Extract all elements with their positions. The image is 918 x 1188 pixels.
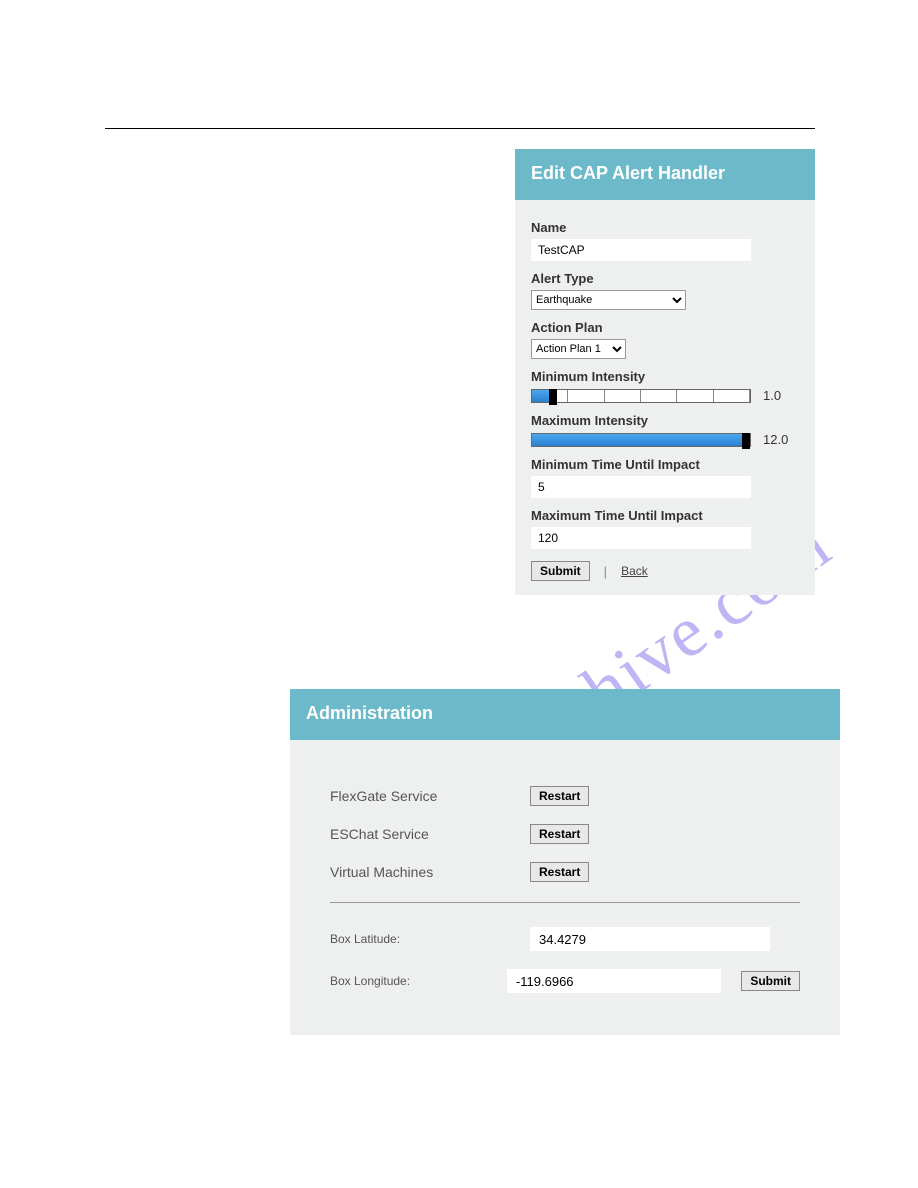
- min-time-input[interactable]: [531, 476, 751, 498]
- name-label: Name: [531, 220, 799, 235]
- administration-panel: Administration FlexGate Service Restart …: [290, 689, 840, 1035]
- alert-type-label: Alert Type: [531, 271, 799, 286]
- box-longitude-label: Box Longitude:: [330, 974, 507, 988]
- min-time-label: Minimum Time Until Impact: [531, 457, 799, 472]
- action-plan-label: Action Plan: [531, 320, 799, 335]
- vm-label: Virtual Machines: [330, 864, 530, 880]
- max-time-label: Maximum Time Until Impact: [531, 508, 799, 523]
- action-plan-select[interactable]: Action Plan 1: [531, 339, 626, 359]
- coords-submit-button[interactable]: Submit: [741, 971, 800, 991]
- cap-panel-title: Edit CAP Alert Handler: [515, 149, 815, 200]
- box-longitude-input[interactable]: [507, 969, 721, 993]
- submit-button[interactable]: Submit: [531, 561, 590, 581]
- flexgate-label: FlexGate Service: [330, 788, 530, 804]
- edit-cap-panel: Edit CAP Alert Handler Name Alert Type E…: [515, 149, 815, 595]
- box-latitude-label: Box Latitude:: [330, 932, 530, 946]
- admin-divider: [330, 902, 800, 903]
- max-intensity-slider[interactable]: [531, 433, 751, 447]
- min-intensity-label: Minimum Intensity: [531, 369, 799, 384]
- max-intensity-value: 12.0: [763, 432, 788, 447]
- divider: |: [604, 564, 607, 579]
- flexgate-restart-button[interactable]: Restart: [530, 786, 589, 806]
- eschat-restart-button[interactable]: Restart: [530, 824, 589, 844]
- eschat-label: ESChat Service: [330, 826, 530, 842]
- min-intensity-slider[interactable]: [531, 389, 751, 403]
- min-intensity-value: 1.0: [763, 388, 781, 403]
- max-intensity-label: Maximum Intensity: [531, 413, 799, 428]
- vm-restart-button[interactable]: Restart: [530, 862, 589, 882]
- box-latitude-input[interactable]: [530, 927, 770, 951]
- name-input[interactable]: [531, 239, 751, 261]
- max-time-input[interactable]: [531, 527, 751, 549]
- back-link[interactable]: Back: [621, 564, 648, 578]
- admin-panel-title: Administration: [290, 689, 840, 740]
- alert-type-select[interactable]: Earthquake: [531, 290, 686, 310]
